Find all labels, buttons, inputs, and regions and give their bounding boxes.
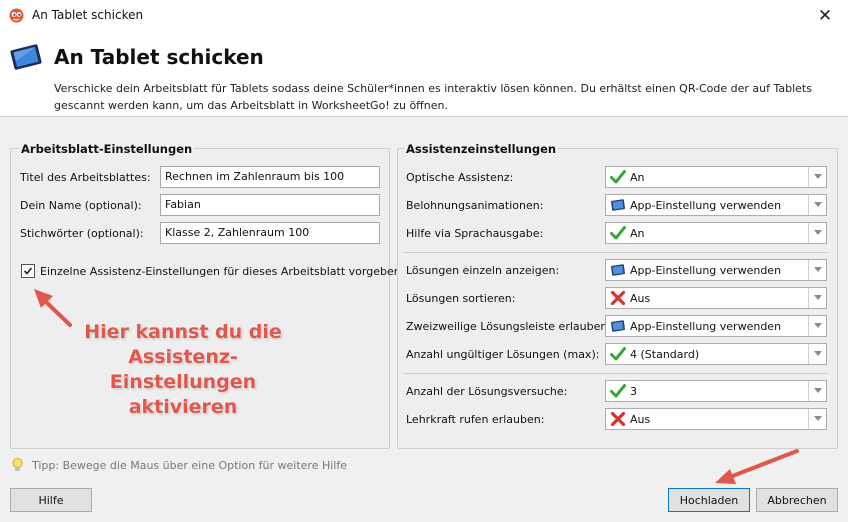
app-logo-icon [9, 8, 24, 23]
tablet-icon [10, 44, 42, 70]
combo-value: 3 [630, 385, 637, 398]
combo-value: 4 (Standard) [630, 348, 700, 361]
lightbulb-icon [12, 457, 23, 471]
checkmark-icon [23, 267, 33, 275]
chevron-down-icon [810, 316, 826, 336]
help-button[interactable]: Hilfe [10, 488, 92, 512]
tablet-icon [610, 319, 626, 333]
dropdown-arrow[interactable] [808, 167, 826, 187]
chevron-down-icon [810, 381, 826, 401]
tablet-icon [610, 263, 626, 277]
invalid-solutions-select[interactable]: 4 (Standard) [605, 343, 827, 365]
call-teacher-label: Lehrkraft rufen erlauben: [406, 413, 545, 426]
chevron-down-icon [810, 260, 826, 280]
invalid-solutions-label: Anzahl ungültiger Lösungen (max): [406, 348, 600, 361]
two-row-bar-select[interactable]: App-Einstellung verwenden [605, 315, 827, 337]
combo-value: Aus [630, 413, 651, 426]
call-teacher-select[interactable]: Aus [605, 408, 827, 430]
separator [403, 373, 828, 374]
dropdown-arrow[interactable] [808, 195, 826, 215]
close-button[interactable]: ✕ [802, 0, 848, 31]
tablet-icon [610, 198, 626, 212]
tip-text: Tipp: Bewege die Maus über eine Option f… [32, 459, 348, 472]
reward-animations-select[interactable]: App-Einstellung verwenden [605, 194, 827, 216]
annotation-line-1: Hier kannst du die [84, 321, 282, 343]
close-icon: ✕ [817, 5, 833, 26]
attempts-label: Anzahl der Lösungsversuche: [406, 385, 568, 398]
annotation-line-2: Assistenz-Einstellungen [109, 346, 257, 393]
cross-icon [610, 412, 626, 426]
check-icon [610, 170, 626, 184]
annotation-arrow-right [715, 449, 799, 484]
chevron-down-icon [810, 344, 826, 364]
dropdown-arrow[interactable] [808, 316, 826, 336]
cancel-button[interactable]: Abbrechen [756, 488, 838, 512]
dialog-header: An Tablet schicken Verschicke dein Arbei… [0, 31, 848, 117]
dropdown-arrow[interactable] [808, 288, 826, 308]
combo-value: App-Einstellung verwenden [630, 199, 782, 212]
combo-value: App-Einstellung verwenden [630, 320, 782, 333]
chevron-down-icon [810, 167, 826, 187]
custom-assist-label: Einzelne Assistenz-Einstellungen für die… [40, 265, 401, 278]
speech-help-select[interactable]: An [605, 222, 827, 244]
optical-assist-label: Optische Assistenz: [406, 171, 514, 184]
chevron-down-icon [810, 409, 826, 429]
annotation-line-3: aktivieren [128, 396, 238, 418]
combo-value: Aus [630, 292, 651, 305]
chevron-down-icon [810, 288, 826, 308]
optical-assist-select[interactable]: An [605, 166, 827, 188]
upload-button[interactable]: Hochladen [668, 488, 750, 512]
check-icon [610, 384, 626, 398]
dropdown-arrow[interactable] [808, 409, 826, 429]
page-title: An Tablet schicken [54, 45, 264, 69]
title-bar: An Tablet schicken ✕ [0, 0, 848, 31]
show-solutions-label: Lösungen einzeln anzeigen: [406, 264, 560, 277]
sort-solutions-select[interactable]: Aus [605, 287, 827, 309]
dropdown-arrow[interactable] [808, 381, 826, 401]
show-solutions-select[interactable]: App-Einstellung verwenden [605, 259, 827, 281]
author-name-input[interactable]: Fabian [160, 194, 380, 216]
two-row-bar-label: Zweizweilige Lösungsleiste erlauben: [406, 320, 612, 333]
cross-icon [610, 291, 626, 305]
window-title: An Tablet schicken [32, 8, 144, 22]
dropdown-arrow[interactable] [808, 344, 826, 364]
assist-settings-title: Assistenzeinstellungen [404, 142, 559, 156]
combo-value: App-Einstellung verwenden [630, 264, 782, 277]
worksheet-settings-title: Arbeitsblatt-Einstellungen [19, 142, 195, 156]
worksheet-title-label: Titel des Arbeitsblattes: [20, 171, 151, 184]
reward-animations-label: Belohnungsanimationen: [406, 199, 544, 212]
dropdown-arrow[interactable] [808, 260, 826, 280]
attempts-select[interactable]: 3 [605, 380, 827, 402]
speech-help-label: Hilfe via Sprachausgabe: [406, 227, 544, 240]
author-name-label: Dein Name (optional): [20, 199, 142, 212]
keywords-label: Stichwörter (optional): [20, 227, 144, 240]
check-icon [610, 347, 626, 361]
combo-value: An [630, 171, 645, 184]
page-description: Verschicke dein Arbeitsblatt für Tablets… [54, 82, 812, 112]
separator [403, 252, 828, 253]
annotation-text: Hier kannst du die Assistenz-Einstellung… [58, 320, 308, 420]
chevron-down-icon [810, 195, 826, 215]
combo-value: An [630, 227, 645, 240]
worksheet-title-input[interactable]: Rechnen im Zahlenraum bis 100 [160, 166, 380, 188]
check-icon [610, 226, 626, 240]
chevron-down-icon [810, 223, 826, 243]
keywords-input[interactable]: Klasse 2, Zahlenraum 100 [160, 222, 380, 244]
dropdown-arrow[interactable] [808, 223, 826, 243]
sort-solutions-label: Lösungen sortieren: [406, 292, 516, 305]
custom-assist-checkbox[interactable] [21, 264, 35, 278]
